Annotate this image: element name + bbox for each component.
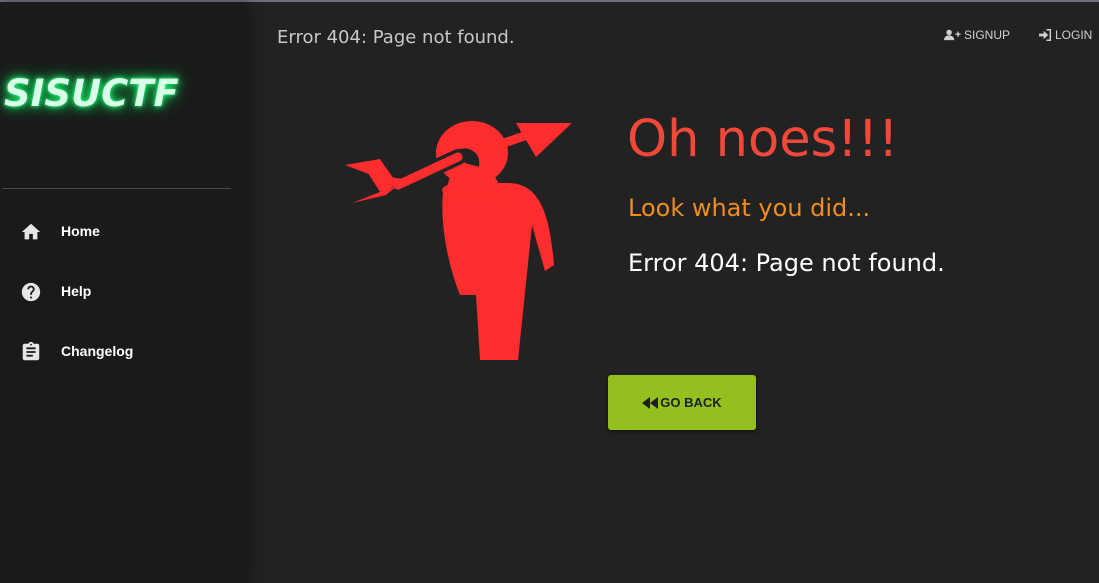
sidebar-item-changelog[interactable]: Changelog (0, 330, 246, 374)
error-heading: Oh noes!!! (627, 110, 899, 169)
sidebar-item-label: Help (61, 283, 92, 299)
sidebar-item-home[interactable]: Home (0, 210, 246, 254)
help-circle-icon (20, 281, 42, 303)
sidebar-item-label: Changelog (61, 343, 134, 359)
login-label: LOGIN (1055, 28, 1093, 42)
error-subheading: Look what you did... (628, 194, 871, 222)
page-title: Error 404: Page not found. (277, 27, 515, 48)
sign-in-icon (1039, 29, 1052, 41)
go-back-label: GO BACK (660, 395, 722, 410)
logo[interactable]: SISUCTF (4, 72, 179, 115)
home-icon (20, 221, 42, 243)
go-back-button[interactable]: GO BACK (608, 375, 756, 430)
arrow-through-head-icon (345, 121, 572, 360)
clipboard-icon (20, 341, 42, 363)
signup-link[interactable]: SIGNUP (944, 28, 1010, 42)
error-message: Error 404: Page not found. (628, 249, 945, 277)
user-plus-icon (944, 29, 961, 41)
sidebar: SISUCTF Home Help Changelog (0, 2, 246, 583)
sidebar-item-label: Home (61, 223, 100, 239)
signup-label: SIGNUP (964, 28, 1011, 42)
backward-icon (642, 396, 659, 409)
sidebar-item-help[interactable]: Help (0, 270, 246, 314)
login-link[interactable]: LOGIN (1039, 28, 1092, 42)
sidebar-divider (2, 188, 231, 189)
